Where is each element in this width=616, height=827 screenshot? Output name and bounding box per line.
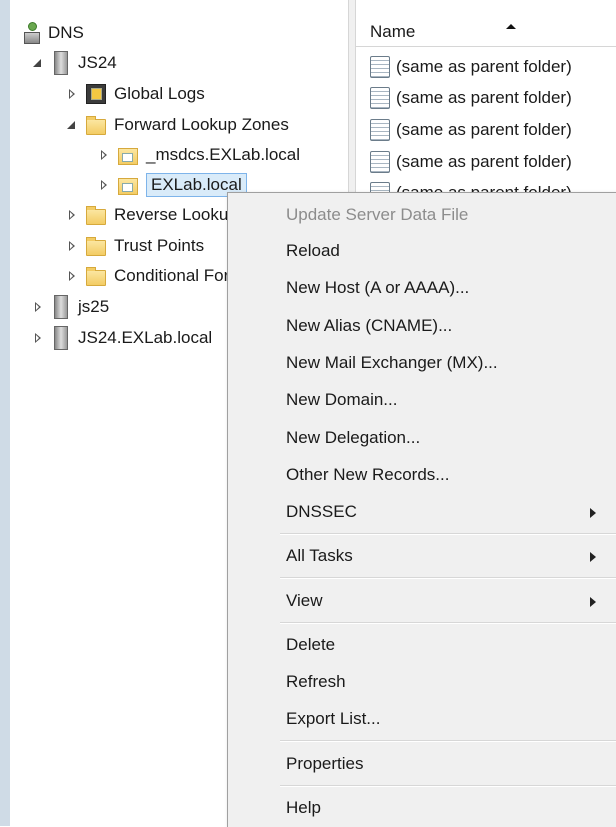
expand-arrow-icon[interactable] — [32, 57, 44, 69]
menu-item-label: Other New Records... — [286, 465, 450, 484]
submenu-arrow-icon — [590, 552, 596, 562]
record-name: (same as parent folder) — [396, 57, 572, 76]
menu-item-label: New Host (A or AAAA)... — [286, 278, 470, 297]
record-icon — [370, 56, 390, 78]
menu-separator — [280, 785, 616, 787]
tree-item-trust-points[interactable]: Trust Points — [66, 231, 204, 261]
record-icon — [370, 119, 390, 141]
server-icon — [54, 326, 68, 350]
menu-item-label: Refresh — [286, 672, 346, 691]
context-menu: Update Server Data File Reload New Host … — [227, 192, 616, 827]
menu-item-refresh[interactable]: Refresh — [286, 666, 606, 698]
tree-item-js24-exlab-local[interactable]: JS24.EXLab.local — [32, 323, 212, 353]
tree-item-exlab-zone[interactable]: EXLab.local — [98, 170, 247, 200]
tree-item-js25[interactable]: js25 — [32, 292, 109, 322]
dns-manager-icon — [22, 22, 40, 44]
menu-item-new-domain[interactable]: New Domain... — [286, 384, 606, 416]
menu-item-reload[interactable]: Reload — [286, 235, 606, 267]
collapse-arrow-icon[interactable] — [66, 240, 78, 252]
tree-item-global-logs[interactable]: Global Logs — [66, 79, 205, 109]
folder-icon — [86, 205, 106, 225]
record-icon — [370, 87, 390, 109]
tree-label: _msdcs.EXLab.local — [146, 145, 301, 164]
column-header-label: Name — [370, 22, 416, 41]
expand-arrow-icon[interactable] — [66, 119, 78, 131]
menu-item-label: Reload — [286, 241, 340, 260]
menu-item-new-delegation[interactable]: New Delegation... — [286, 422, 606, 454]
tree-label: JS24 — [78, 53, 117, 72]
menu-item-label: Delete — [286, 635, 336, 654]
submenu-arrow-icon — [590, 508, 596, 518]
list-item[interactable]: (same as parent folder) — [370, 83, 572, 113]
folder-icon — [86, 266, 106, 286]
record-name: (same as parent folder) — [396, 120, 572, 139]
menu-item-dnssec[interactable]: DNSSEC — [286, 496, 606, 528]
collapse-arrow-icon[interactable] — [32, 301, 44, 313]
tree-label: JS24.EXLab.local — [78, 328, 213, 347]
zone-icon — [118, 178, 138, 195]
menu-item-update-server-data-file[interactable]: Update Server Data File — [286, 199, 606, 231]
server-icon — [54, 51, 68, 75]
menu-item-label: View — [286, 591, 323, 610]
menu-item-label: DNSSEC — [286, 502, 357, 521]
menu-item-help[interactable]: Help — [286, 792, 606, 824]
collapse-arrow-icon[interactable] — [66, 209, 78, 221]
tree-label: Trust Points — [114, 236, 205, 255]
list-item[interactable]: (same as parent folder) — [370, 115, 572, 145]
menu-item-label: New Alias (CNAME)... — [286, 316, 453, 335]
menu-item-label: Update Server Data File — [286, 205, 469, 224]
tree-label: Forward Lookup Zones — [114, 115, 289, 134]
window-left-edge — [0, 0, 10, 826]
event-log-icon — [86, 84, 106, 104]
menu-separator — [280, 740, 616, 742]
list-item[interactable]: (same as parent folder) — [370, 147, 572, 177]
menu-item-new-mail-exchanger[interactable]: New Mail Exchanger (MX)... — [286, 347, 606, 379]
menu-item-all-tasks[interactable]: All Tasks — [286, 540, 606, 572]
record-icon — [370, 151, 390, 173]
menu-item-label: Properties — [286, 754, 364, 773]
zone-icon — [118, 148, 138, 165]
collapse-arrow-icon[interactable] — [98, 179, 110, 191]
folder-icon — [86, 236, 106, 256]
menu-item-other-new-records[interactable]: Other New Records... — [286, 459, 606, 491]
list-item[interactable]: (same as parent folder) — [370, 52, 572, 82]
tree-item-forward-lookup-zones[interactable]: Forward Lookup Zones — [66, 110, 289, 140]
record-name: (same as parent folder) — [396, 88, 572, 107]
menu-separator — [280, 533, 616, 535]
menu-item-label: New Domain... — [286, 390, 398, 409]
menu-item-view[interactable]: View — [286, 585, 606, 617]
record-name: (same as parent folder) — [396, 152, 572, 171]
menu-item-export-list[interactable]: Export List... — [286, 703, 606, 735]
collapse-arrow-icon[interactable] — [32, 332, 44, 344]
tree-item-js24[interactable]: JS24 — [32, 48, 117, 78]
collapse-arrow-icon[interactable] — [98, 149, 110, 161]
server-icon — [54, 295, 68, 319]
sort-ascending-icon — [506, 24, 516, 29]
menu-item-label: Help — [286, 798, 321, 817]
folder-icon — [86, 115, 106, 135]
menu-item-delete[interactable]: Delete — [286, 629, 606, 661]
tree-item-dns[interactable]: DNS — [22, 18, 84, 48]
menu-item-new-host[interactable]: New Host (A or AAAA)... — [286, 272, 606, 304]
tree-item-msdcs-zone[interactable]: _msdcs.EXLab.local — [98, 140, 300, 170]
menu-item-label: New Mail Exchanger (MX)... — [286, 353, 498, 372]
collapse-arrow-icon[interactable] — [66, 270, 78, 282]
tree-label: DNS — [48, 23, 84, 42]
submenu-arrow-icon — [590, 597, 596, 607]
tree-label: js25 — [78, 297, 110, 316]
menu-item-label: Export List... — [286, 709, 381, 728]
menu-item-new-alias[interactable]: New Alias (CNAME)... — [286, 310, 606, 342]
menu-item-label: New Delegation... — [286, 428, 421, 447]
menu-item-properties[interactable]: Properties — [286, 748, 606, 780]
collapse-arrow-icon[interactable] — [66, 88, 78, 100]
menu-separator — [280, 622, 616, 624]
menu-item-label: All Tasks — [286, 546, 353, 565]
menu-separator — [280, 577, 616, 579]
column-header-name[interactable]: Name — [356, 18, 616, 47]
tree-label: Global Logs — [114, 84, 205, 103]
